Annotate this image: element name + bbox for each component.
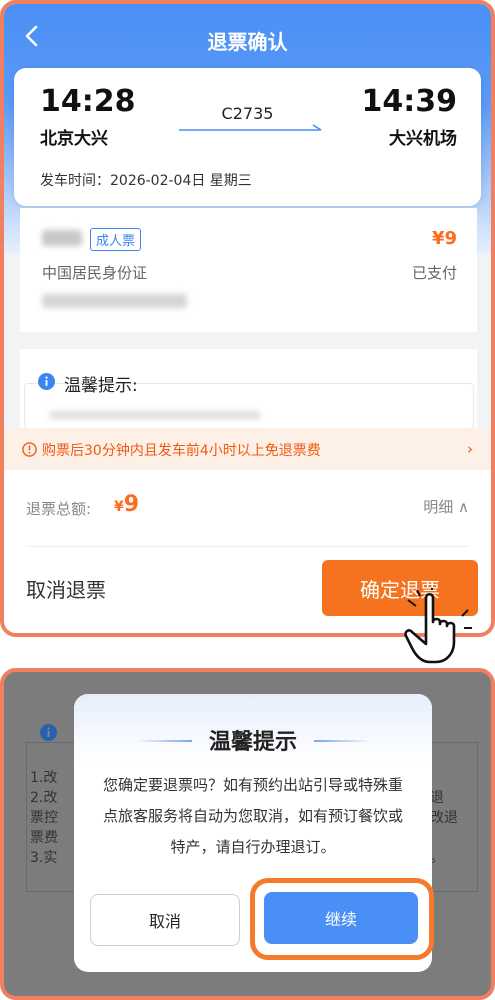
pointing-hand-icon (404, 588, 472, 664)
root: 退票确认 14:28 14:39 C2735 北京大兴 大兴机场 发车时间：20… (0, 0, 495, 1000)
passenger-name-redacted (42, 230, 82, 246)
page-title: 退票确认 (207, 30, 288, 54)
trip-arrow-icon (179, 124, 322, 131)
depart-date: 发车时间：2026-02-04日 星期三 (40, 173, 252, 189)
train-number: C2735 (221, 104, 274, 123)
id-number-redacted (42, 294, 187, 308)
ticket-price: ¥9 (431, 228, 457, 249)
tips-title: 温馨提示: (64, 376, 138, 396)
background-tips-right: 退 改退 。 (430, 788, 458, 868)
dialog-continue-button[interactable]: 继续 (264, 892, 418, 944)
bg-line: 改退 (430, 810, 458, 826)
bg-line: 票费 (30, 830, 58, 846)
bg-line: 1.改 (30, 770, 58, 786)
refund-confirm-screen: 退票确认 14:28 14:39 C2735 北京大兴 大兴机场 发车时间：20… (0, 0, 495, 637)
tips-section: 温馨提示: (20, 349, 477, 429)
warning-icon (22, 442, 37, 457)
bg-line: 。 (430, 850, 444, 866)
nav-bar: 退票确认 (4, 18, 491, 58)
passenger-card: 成人票 ¥9 中国居民身份证 已支付 (20, 208, 477, 332)
currency-symbol: ¥ (114, 499, 124, 515)
info-icon (38, 373, 55, 390)
refund-total-amount: ¥9 (114, 492, 139, 517)
dialog-message: 您确定要退票吗？如有预约出站引导或特殊重点旅客服务将自动为您取消，如有预订餐饮或… (102, 776, 403, 856)
bg-line: 2.改 (30, 790, 58, 806)
divider (26, 546, 469, 547)
dialog-title: 温馨提示 (208, 730, 297, 755)
trip-card: 14:28 14:39 C2735 北京大兴 大兴机场 发车时间：2026-02… (14, 68, 481, 206)
bg-line: 退 (430, 790, 444, 806)
refund-total-label: 退票总额: (26, 500, 92, 518)
id-type: 中国居民身份证 (42, 264, 148, 282)
depart-station: 北京大兴 (40, 129, 108, 149)
cancel-refund-button[interactable]: 取消退票 (26, 574, 106, 603)
tips-text-blurred (50, 411, 260, 419)
payment-status: 已支付 (411, 264, 457, 282)
info-icon (40, 724, 57, 741)
dialog-cancel-button[interactable]: 取消 (90, 894, 240, 946)
refund-dialog-screen: 1.改 2.改 票控 票费 3.实 退 改退 。 温馨提示 您确定要退票吗？如有… (0, 668, 495, 1000)
refund-fee-notice[interactable]: 购票后30分钟内且发车前4小时以上免退票费 › (4, 428, 491, 470)
notice-text: 购票后30分钟内且发车前4小时以上免退票费 (42, 443, 321, 459)
refund-amount-value: 9 (123, 492, 140, 517)
arrive-station: 大兴机场 (389, 129, 457, 149)
confirm-dialog: 温馨提示 您确定要退票吗？如有预约出站引导或特殊重点旅客服务将自动为您取消，如有… (74, 694, 434, 972)
detail-toggle[interactable]: 明细 ∧ (423, 496, 469, 517)
bg-line: 票控 (30, 810, 58, 826)
chevron-right-icon: › (467, 440, 473, 458)
ticket-type-badge: 成人票 (90, 228, 142, 251)
background-tips-left: 1.改 2.改 票控 票费 3.实 (30, 768, 58, 868)
bg-line: 3.实 (30, 850, 58, 866)
